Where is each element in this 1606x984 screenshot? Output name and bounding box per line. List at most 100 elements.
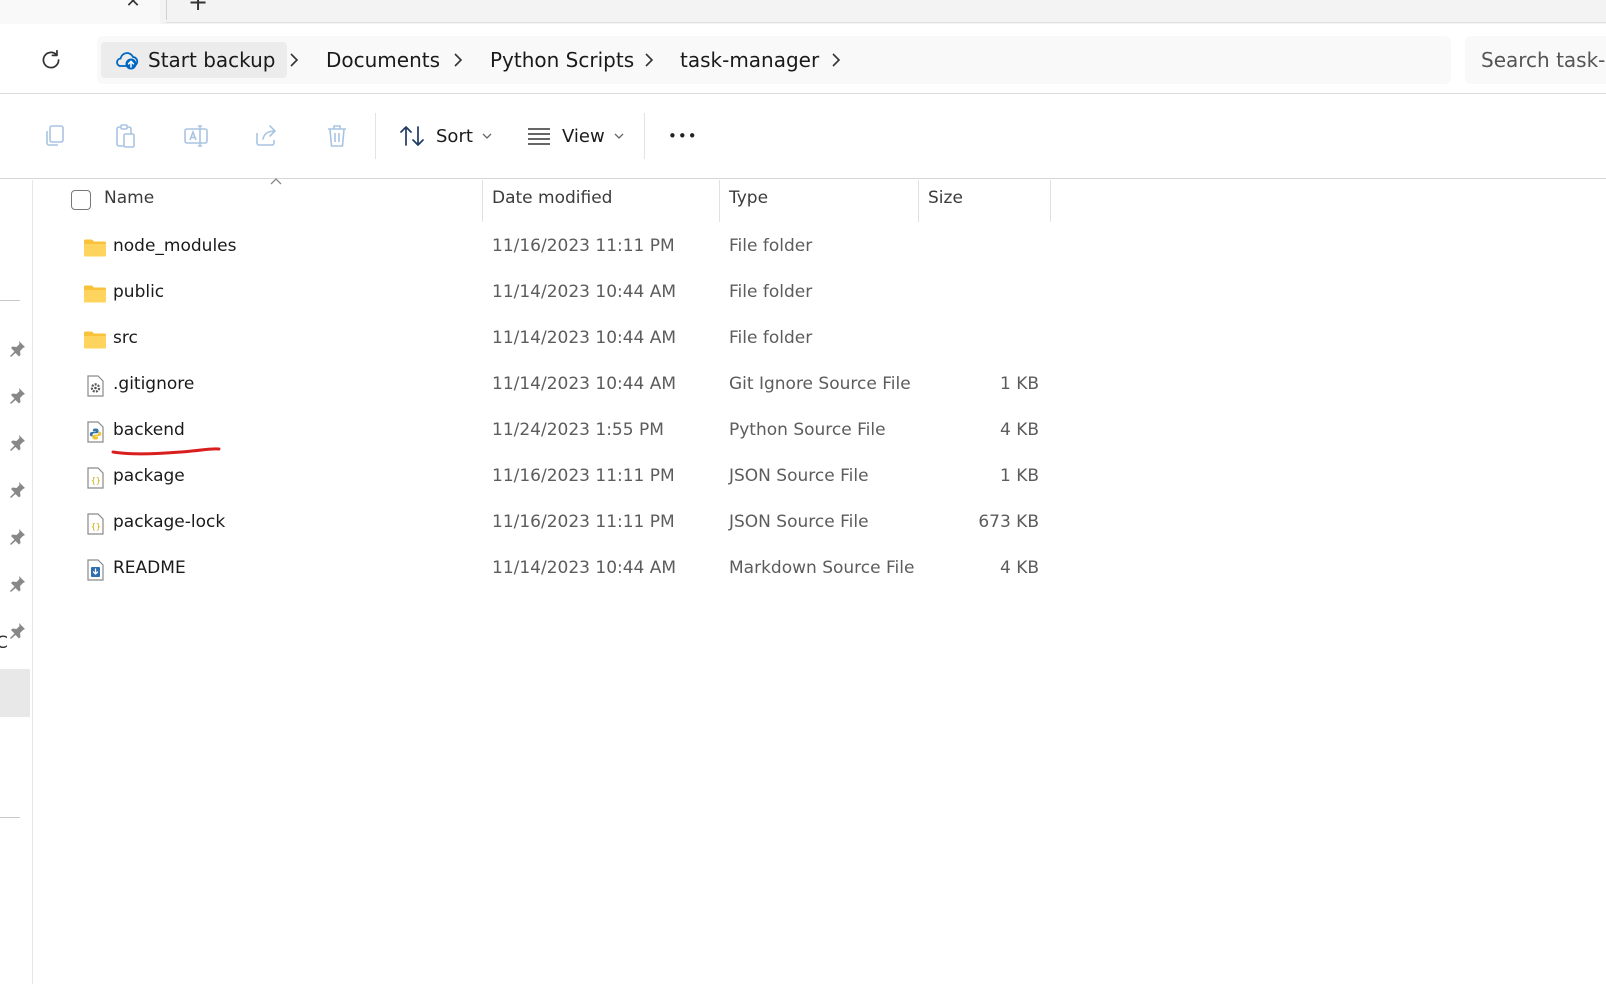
folder-icon (84, 239, 106, 257)
file-date: 11/14/2023 10:44 AM (492, 374, 677, 394)
file-size: 1 KB (999, 374, 1039, 394)
markdown-file-icon (87, 559, 104, 581)
pin-icon[interactable] (7, 527, 27, 547)
json-file-icon: {} (87, 467, 104, 489)
file-row[interactable]: {} package-lock 11/16/2023 11:11 PM JSON… (33, 502, 1606, 548)
refresh-icon[interactable] (38, 47, 64, 73)
nav-divider (0, 300, 20, 301)
more-icon: ••• (668, 127, 698, 145)
breadcrumb-task-manager[interactable]: task-manager (680, 48, 819, 72)
pin-icon[interactable] (7, 574, 27, 594)
sort-button[interactable]: Sort (398, 117, 493, 155)
file-row[interactable]: node_modules 11/16/2023 11:11 PM File fo… (33, 226, 1606, 272)
breadcrumb-item-label: Python Scripts (490, 48, 635, 72)
close-tab-icon[interactable]: ✕ (123, 0, 143, 12)
delete-icon[interactable] (322, 121, 352, 151)
file-row[interactable]: README 11/14/2023 10:44 AM Markdown Sour… (33, 548, 1606, 594)
file-type: File folder (729, 236, 813, 256)
new-tab-icon[interactable]: + (186, 0, 210, 14)
command-bar: Sort View ••• (0, 95, 1606, 179)
file-name: src (113, 328, 138, 348)
file-row-backend[interactable]: backend 11/24/2023 1:55 PM Python Source… (33, 410, 1606, 456)
chevron-right-icon[interactable] (827, 51, 845, 69)
file-name: README (113, 558, 186, 578)
nav-divider (0, 817, 20, 818)
copy-icon[interactable] (40, 121, 70, 151)
file-row[interactable]: src 11/14/2023 10:44 AM File folder (33, 318, 1606, 364)
python-file-icon (87, 421, 104, 443)
view-button[interactable]: View (526, 117, 625, 155)
red-underline-annotation (111, 447, 221, 456)
svg-text:{}: {} (91, 522, 101, 531)
chevron-right-icon[interactable] (640, 51, 658, 69)
column-header-name[interactable]: Name (104, 188, 154, 208)
file-type: File folder (729, 282, 813, 302)
file-type: JSON Source File (729, 466, 869, 486)
column-header-row: Name Date modified Type Size (33, 178, 1606, 222)
breadcrumb-python-scripts[interactable]: Python Scripts (490, 48, 634, 72)
search-input[interactable] (1481, 46, 1606, 74)
paste-icon[interactable] (110, 121, 140, 151)
address-row: Start backup Documents Python Scripts ta… (0, 24, 1606, 94)
address-bar[interactable]: Start backup Documents Python Scripts ta… (97, 36, 1451, 84)
file-size: 673 KB (978, 512, 1039, 532)
select-all-checkbox[interactable] (71, 190, 91, 210)
breadcrumb-item-label: Documents (326, 48, 441, 72)
breadcrumb-start-backup[interactable]: Start backup (101, 42, 287, 78)
file-type: Git Ignore Source File (729, 374, 911, 394)
pin-icon[interactable] (7, 480, 27, 500)
toolbar-separator (375, 113, 376, 159)
tab-strip-border (166, 22, 1606, 23)
file-name: .gitignore (113, 374, 195, 394)
pin-icon[interactable] (7, 621, 27, 641)
toolbar-separator (644, 113, 645, 159)
pin-icon[interactable] (7, 386, 27, 406)
file-row[interactable]: {} package 11/16/2023 11:11 PM JSON Sour… (33, 456, 1606, 502)
file-row[interactable]: public 11/14/2023 10:44 AM File folder (33, 272, 1606, 318)
json-file-icon: {} (87, 513, 104, 535)
file-date: 11/16/2023 11:11 PM (492, 466, 675, 486)
share-icon[interactable] (251, 121, 281, 151)
file-date: 11/16/2023 11:11 PM (492, 512, 675, 532)
sort-icon (400, 126, 424, 146)
column-divider[interactable] (482, 180, 483, 222)
file-row[interactable]: .gitignore 11/14/2023 10:44 AM Git Ignor… (33, 364, 1606, 410)
file-date: 11/14/2023 10:44 AM (492, 282, 677, 302)
file-date: 11/14/2023 10:44 AM (492, 558, 677, 578)
column-divider[interactable] (918, 180, 919, 222)
column-divider[interactable] (719, 180, 720, 222)
file-size: 1 KB (999, 466, 1039, 486)
column-divider[interactable] (1050, 180, 1051, 222)
tab-divider (166, 0, 167, 20)
file-type: Markdown Source File (729, 558, 915, 578)
column-header-size[interactable]: Size (928, 188, 963, 208)
sort-ascending-icon (270, 178, 282, 185)
rename-icon[interactable] (181, 121, 211, 151)
settings-file-icon (87, 375, 104, 397)
pin-icon[interactable] (7, 433, 27, 453)
chevron-right-icon[interactable] (449, 51, 467, 69)
chevron-down-icon (482, 133, 492, 139)
search-box[interactable] (1465, 36, 1606, 84)
pin-icon[interactable] (7, 339, 27, 359)
column-header-type[interactable]: Type (729, 188, 768, 208)
file-type: File folder (729, 328, 813, 348)
file-name: backend (113, 420, 185, 440)
view-label: View (562, 125, 605, 147)
file-name: node_modules (113, 236, 237, 256)
file-type: Python Source File (729, 420, 886, 440)
file-date: 11/24/2023 1:55 PM (492, 420, 664, 440)
cloud-backup-icon (116, 52, 139, 70)
breadcrumb-home-label: Start backup (148, 48, 276, 72)
breadcrumb-documents[interactable]: Documents (326, 48, 440, 72)
file-name: package (113, 466, 185, 486)
column-header-date-modified[interactable]: Date modified (492, 188, 612, 208)
chevron-right-icon[interactable] (285, 51, 303, 69)
file-name: package-lock (113, 512, 226, 532)
more-options-button[interactable]: ••• (664, 117, 702, 155)
file-date: 11/14/2023 10:44 AM (492, 328, 677, 348)
nav-item-selected[interactable] (0, 669, 30, 717)
folder-icon (84, 285, 106, 303)
navigation-pane: C (0, 180, 33, 984)
svg-text:{}: {} (91, 476, 101, 485)
